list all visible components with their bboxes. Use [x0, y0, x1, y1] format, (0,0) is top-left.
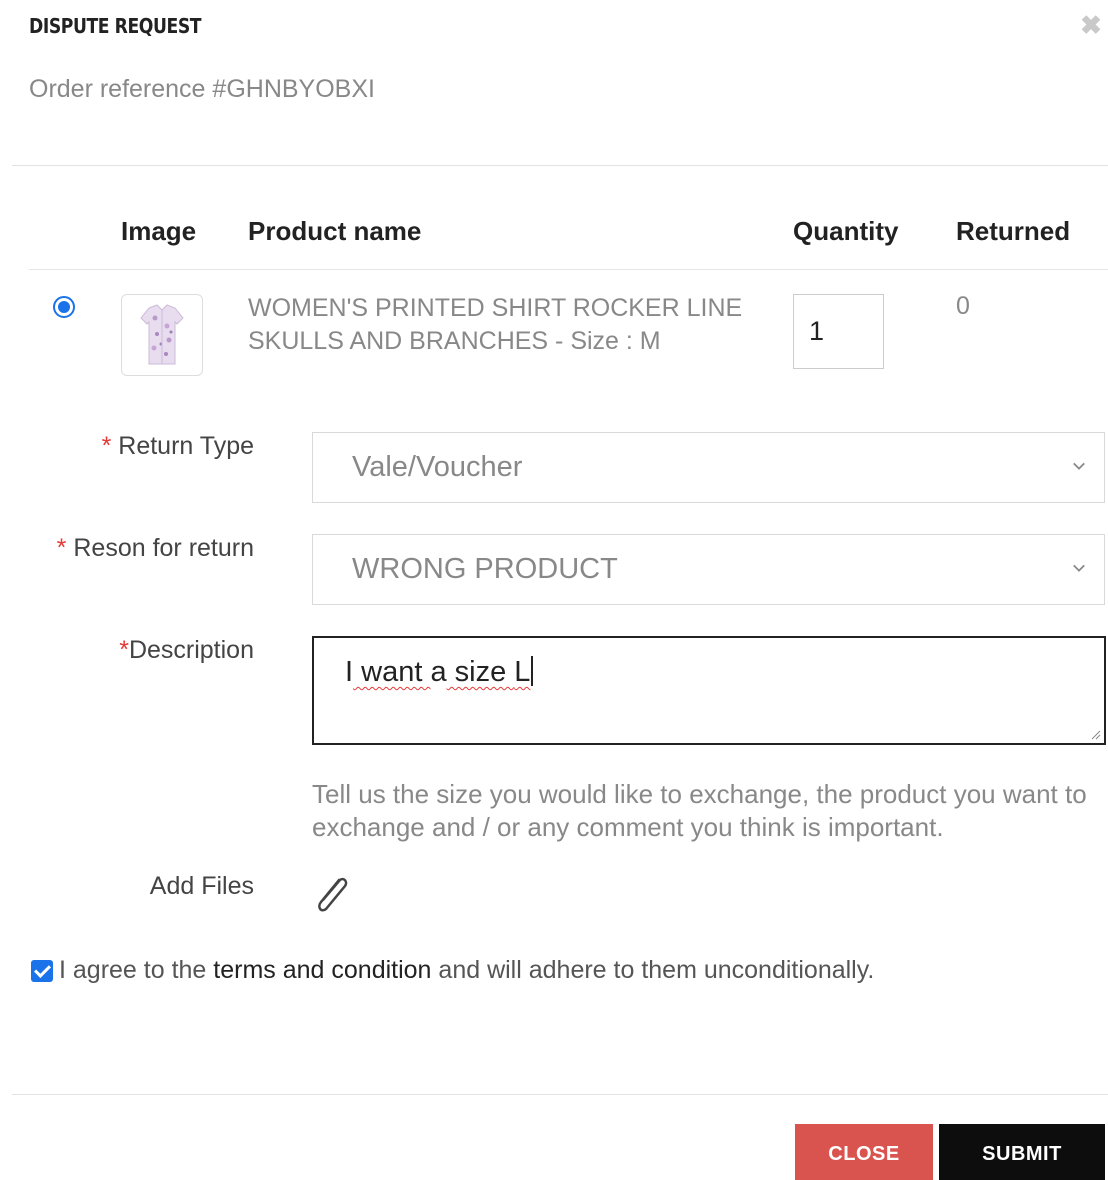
product-thumbnail[interactable] [121, 294, 203, 376]
column-header-returned: Returned [956, 200, 1108, 270]
description-word: want [353, 656, 431, 688]
shirt-image [140, 304, 184, 365]
terms-checkbox[interactable] [31, 959, 53, 982]
product-name: WOMEN'S PRINTED SHIRT ROCKER LINE SKULLS… [248, 270, 793, 377]
column-header-quantity: Quantity [793, 200, 956, 270]
text-caret [531, 656, 534, 686]
return-type-value: Vale/Voucher [352, 451, 523, 483]
description-label: *Description [119, 636, 254, 665]
order-reference: Order reference #GHNBYOBXI [29, 75, 375, 103]
terms-agreement: I agree to the terms and condition and w… [31, 956, 874, 985]
close-button[interactable]: CLOSE [795, 1124, 933, 1180]
products-table: Image Product name Quantity Returned WOM… [29, 200, 1108, 376]
required-mark: * [56, 534, 67, 562]
terms-link[interactable]: terms and condition [213, 956, 431, 985]
description-word: I [345, 656, 354, 688]
modal-title: DISPUTE REQUEST [29, 14, 202, 38]
quantity-input[interactable] [793, 294, 884, 369]
add-files-label: Add Files [149, 872, 254, 900]
description-textarea[interactable]: I want a size L [312, 636, 1106, 745]
product-name-text: WOMEN'S PRINTED SHIRT ROCKER LINE SKULLS… [248, 294, 743, 355]
table-row: WOMEN'S PRINTED SHIRT ROCKER LINE SKULLS… [29, 270, 1108, 377]
returned-count: 0 [956, 292, 970, 320]
reason-value: WRONG PRODUCT [352, 553, 618, 585]
agree-text-before: I agree to the [59, 956, 214, 984]
submit-button[interactable]: SUBMIT [939, 1124, 1105, 1180]
return-type-label: * Return Type [102, 432, 254, 461]
description-word: L [514, 656, 531, 688]
return-type-label-text: Return Type [118, 432, 254, 460]
reason-label-text: Reson for return [73, 534, 254, 562]
close-icon[interactable]: ✖ [1076, 10, 1106, 40]
description-word: a [430, 656, 447, 688]
reason-label: * Reson for return [57, 534, 254, 563]
paperclip-icon[interactable] [309, 872, 355, 918]
required-mark: * [119, 636, 129, 664]
product-select-radio[interactable] [53, 296, 75, 318]
return-type-select[interactable]: Vale/Voucher [312, 432, 1105, 503]
reason-select[interactable]: WRONG PRODUCT [312, 534, 1105, 605]
chevron-down-icon [1073, 462, 1085, 470]
footer-divider [12, 1094, 1108, 1095]
description-label-text: Description [128, 636, 254, 664]
required-mark: * [101, 432, 112, 460]
header-divider [12, 165, 1108, 166]
product-size: Size : M [570, 327, 661, 355]
resize-handle-icon[interactable] [1089, 728, 1101, 740]
column-header-select [29, 200, 121, 270]
chevron-down-icon [1073, 564, 1085, 572]
column-header-product-name: Product name [248, 200, 793, 270]
column-header-image: Image [121, 200, 248, 270]
description-word: size [446, 656, 515, 688]
description-help-text: Tell us the size you would like to excha… [312, 779, 1087, 842]
agree-text-after: and will adhere to them unconditionally. [431, 956, 875, 984]
